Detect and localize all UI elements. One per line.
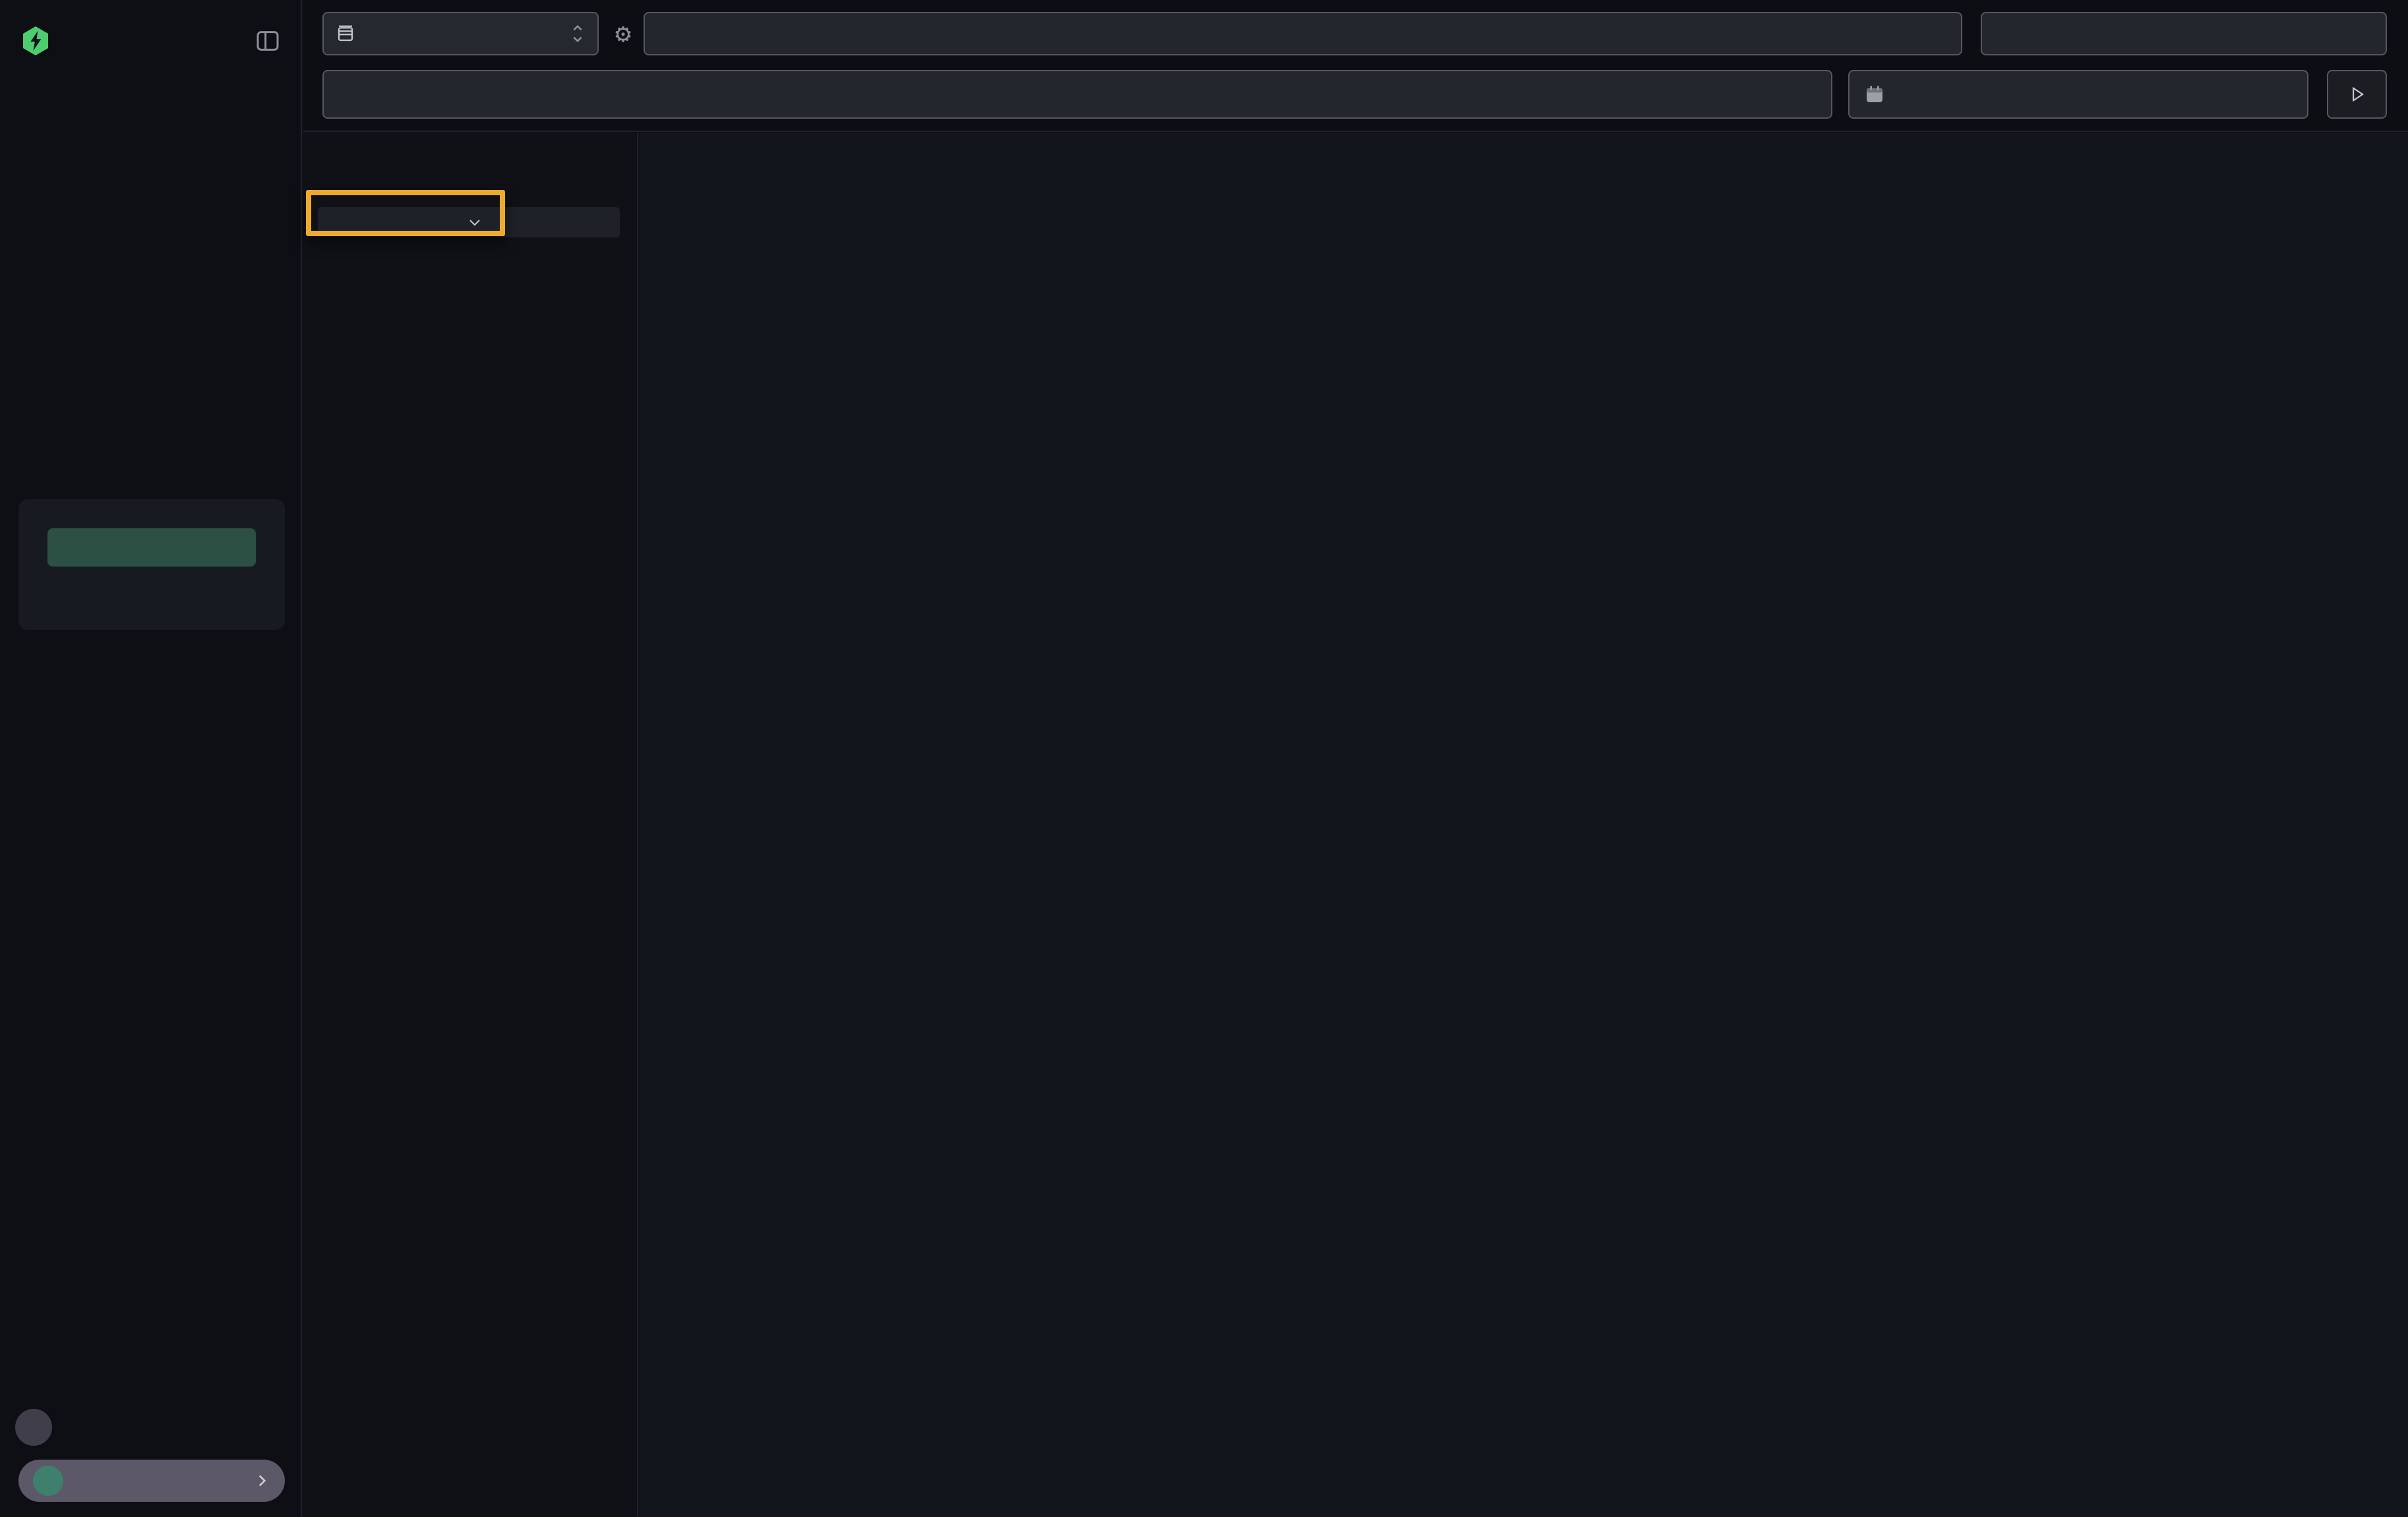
source-select[interactable] <box>322 12 599 55</box>
filter-panel <box>303 133 638 1517</box>
top-toolbar: ⚙ <box>303 0 2408 132</box>
order-by-editor[interactable] <box>1981 12 2387 55</box>
sidebar <box>0 0 302 1517</box>
database-icon <box>336 24 355 44</box>
help-button[interactable] <box>15 1409 52 1446</box>
chevron-down-icon <box>467 214 483 230</box>
heatmap-canvas[interactable] <box>707 160 2400 358</box>
play-triangle-icon <box>2348 85 2366 104</box>
clickhouse-promo-card <box>18 499 285 630</box>
logo-row <box>0 20 301 62</box>
duration-heatmap <box>707 160 2400 358</box>
calendar-icon <box>1864 84 1885 105</box>
unfold-icon <box>570 22 586 45</box>
chevron-right-icon <box>253 1472 270 1489</box>
get-started-button[interactable] <box>47 528 256 567</box>
hyperdx-app: ⚙ <box>0 0 2408 1517</box>
date-range-picker[interactable] <box>1848 70 2308 119</box>
avatar <box>33 1466 63 1496</box>
hyperdx-logo-icon <box>20 25 51 57</box>
user-menu[interactable] <box>18 1460 285 1502</box>
gear-icon[interactable]: ⚙ <box>608 18 638 49</box>
chart-region <box>640 133 2408 1517</box>
more-filters-button[interactable] <box>318 207 620 237</box>
run-query-button[interactable] <box>2327 70 2387 119</box>
search-bar[interactable] <box>322 70 1832 119</box>
sql-select-editor[interactable] <box>644 12 1962 55</box>
collapse-sidebar-icon[interactable] <box>255 28 281 54</box>
